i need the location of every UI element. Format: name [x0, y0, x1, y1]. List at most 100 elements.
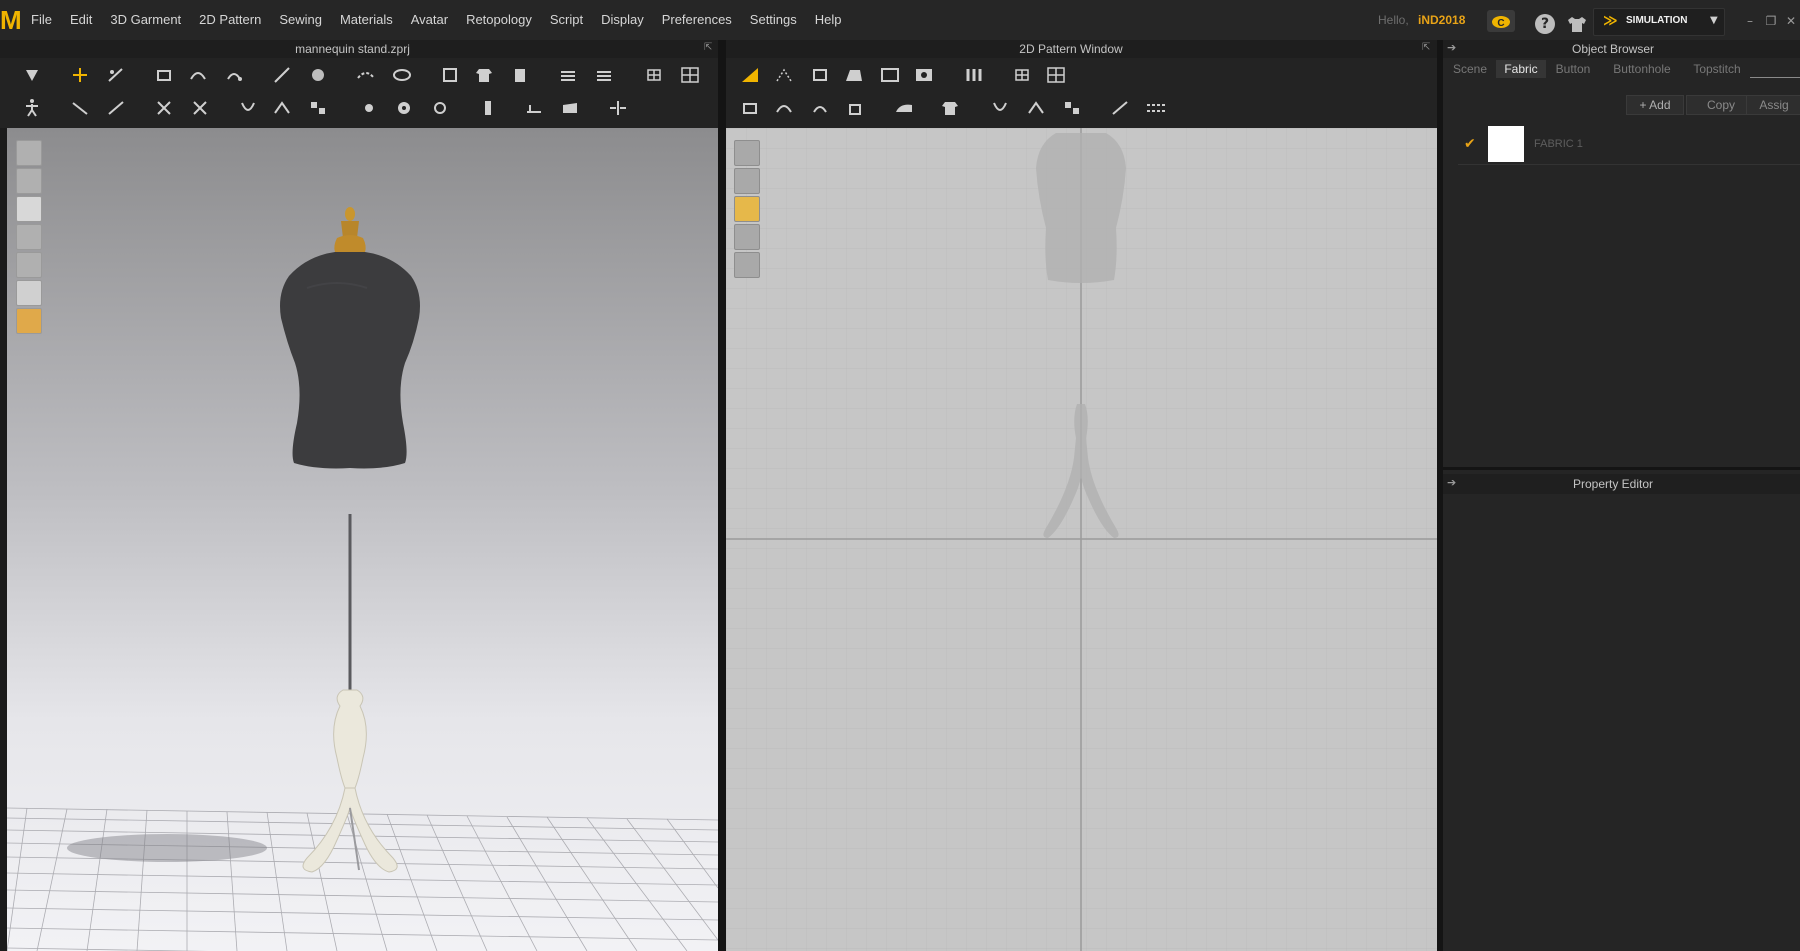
info-icon[interactable]	[734, 196, 760, 222]
menu-display[interactable]: Display	[592, 0, 653, 40]
iron-icon[interactable]	[892, 97, 916, 119]
menu-file[interactable]: File	[22, 0, 61, 40]
buttonhole-icon[interactable]	[392, 97, 416, 119]
viewport-3d[interactable]	[7, 128, 718, 951]
select-move-icon[interactable]	[68, 64, 92, 86]
check-pattern-icon[interactable]	[270, 97, 294, 119]
grid-edit-icon[interactable]	[678, 64, 702, 86]
menu-avatar[interactable]: Avatar	[402, 0, 457, 40]
circle-icon[interactable]	[912, 64, 936, 86]
garment-front-icon[interactable]	[508, 64, 532, 86]
grid-2d-edit-icon[interactable]	[1044, 64, 1068, 86]
app-logo[interactable]: M	[0, 6, 22, 34]
brush-icon[interactable]	[306, 64, 330, 86]
trace-icon[interactable]	[842, 97, 866, 119]
garment-fit-icon[interactable]	[472, 64, 496, 86]
check-2d-icon[interactable]	[1024, 97, 1048, 119]
checker-2d-icon[interactable]	[1060, 97, 1084, 119]
assign-fabric-button[interactable]: Assig	[1746, 95, 1800, 115]
polygon-icon[interactable]	[842, 64, 866, 86]
rectangle-icon[interactable]	[878, 64, 902, 86]
panel-splitter-horizontal[interactable]	[1443, 467, 1800, 470]
arrange-icon[interactable]	[438, 64, 462, 86]
measure-2d-icon[interactable]	[1144, 97, 1168, 119]
menu-sewing[interactable]: Sewing	[270, 0, 331, 40]
help-icon[interactable]: ?	[1535, 14, 1555, 34]
panel-splitter[interactable]	[718, 40, 726, 951]
tab-scene[interactable]: Scene	[1448, 60, 1492, 78]
seamline-edit-icon[interactable]	[104, 97, 128, 119]
menu-help[interactable]: Help	[806, 0, 851, 40]
simulation-button[interactable]: ≫ SIMULATION ▼	[1593, 8, 1725, 36]
fold-icon[interactable]	[236, 97, 260, 119]
pin-box-icon[interactable]	[186, 64, 210, 86]
grid-2d-icon[interactable]	[1010, 64, 1034, 86]
menu-2d-pattern[interactable]: 2D Pattern	[190, 0, 270, 40]
measure-circ-icon[interactable]	[390, 64, 414, 86]
menu-retopology[interactable]: Retopology	[457, 0, 541, 40]
mannequin-torso[interactable]	[280, 207, 420, 469]
measure-icon[interactable]	[354, 64, 378, 86]
tshirt-icon[interactable]	[1566, 14, 1588, 34]
grid-icon[interactable]	[642, 64, 666, 86]
chevron-down-icon[interactable]: ▼	[1710, 15, 1718, 26]
show-pattern-icon[interactable]	[16, 224, 42, 250]
show-texture-icon[interactable]	[16, 252, 42, 278]
sew-free-icon[interactable]	[188, 97, 212, 119]
check-icon[interactable]: ✔	[1464, 136, 1476, 152]
close-icon[interactable]: ✕	[1784, 14, 1798, 28]
show-avatar-icon[interactable]	[16, 140, 42, 166]
internal-shape-icon[interactable]	[738, 97, 762, 119]
garment-visible-icon[interactable]	[734, 168, 760, 194]
add-fabric-button[interactable]: + Add	[1626, 95, 1684, 115]
menu-3d-garment[interactable]: 3D Garment	[101, 0, 190, 40]
layer-icon[interactable]	[592, 64, 616, 86]
menu-edit[interactable]: Edit	[61, 0, 101, 40]
menu-materials[interactable]: Materials	[331, 0, 402, 40]
pattern-visible-icon[interactable]	[734, 140, 760, 166]
cloud-button[interactable]: C	[1487, 10, 1515, 32]
tack-icon[interactable]	[222, 64, 246, 86]
layer-visible-icon[interactable]	[734, 224, 760, 250]
tape-icon[interactable]	[558, 97, 582, 119]
lock-icon[interactable]	[734, 252, 760, 278]
menu-settings[interactable]: Settings	[741, 0, 806, 40]
seamline-icon[interactable]	[68, 97, 92, 119]
strengthen-icon[interactable]	[556, 64, 580, 86]
username[interactable]: iND2018	[1418, 13, 1465, 27]
avatar-pose-icon[interactable]	[20, 97, 44, 119]
line-icon[interactable]	[1108, 97, 1132, 119]
mannequin-stand[interactable]	[302, 514, 398, 873]
puckering-icon[interactable]	[522, 97, 546, 119]
columns-icon[interactable]	[962, 64, 986, 86]
transform-icon[interactable]	[20, 64, 44, 86]
show-garment-icon[interactable]	[16, 168, 42, 194]
select-mesh-icon[interactable]	[104, 64, 128, 86]
show-environment-icon[interactable]	[16, 308, 42, 334]
curve-icon[interactable]	[808, 97, 832, 119]
fold-2d-icon[interactable]	[988, 97, 1012, 119]
zipper-icon[interactable]	[476, 97, 500, 119]
garment-2d-icon[interactable]	[938, 97, 962, 119]
tab-topstitch[interactable]: Topstitch	[1684, 60, 1750, 78]
menu-script[interactable]: Script	[541, 0, 592, 40]
needle-icon[interactable]	[270, 64, 294, 86]
maximize-icon[interactable]: ⇱	[704, 42, 712, 53]
tab-button[interactable]: Button	[1548, 60, 1598, 78]
trim-icon[interactable]	[428, 97, 452, 119]
menu-preferences[interactable]: Preferences	[653, 0, 741, 40]
tab-buttonhole[interactable]: Buttonhole	[1600, 60, 1684, 78]
transform-pattern-icon[interactable]	[808, 64, 832, 86]
pin-icon[interactable]	[152, 64, 176, 86]
sew-icon[interactable]	[152, 97, 176, 119]
viewport-2d[interactable]	[726, 128, 1437, 951]
checker-icon[interactable]	[306, 97, 330, 119]
minimize-icon[interactable]: –	[1743, 14, 1757, 28]
button-icon[interactable]	[356, 97, 380, 119]
fabric-list-item[interactable]: ✔ FABRIC 1	[1458, 126, 1800, 164]
select-icon[interactable]	[738, 64, 762, 86]
split-icon[interactable]	[606, 97, 630, 119]
tab-fabric[interactable]: Fabric	[1496, 60, 1546, 78]
restore-icon[interactable]: ❐	[1764, 14, 1778, 28]
show-avatar-visible-icon[interactable]	[16, 196, 42, 222]
